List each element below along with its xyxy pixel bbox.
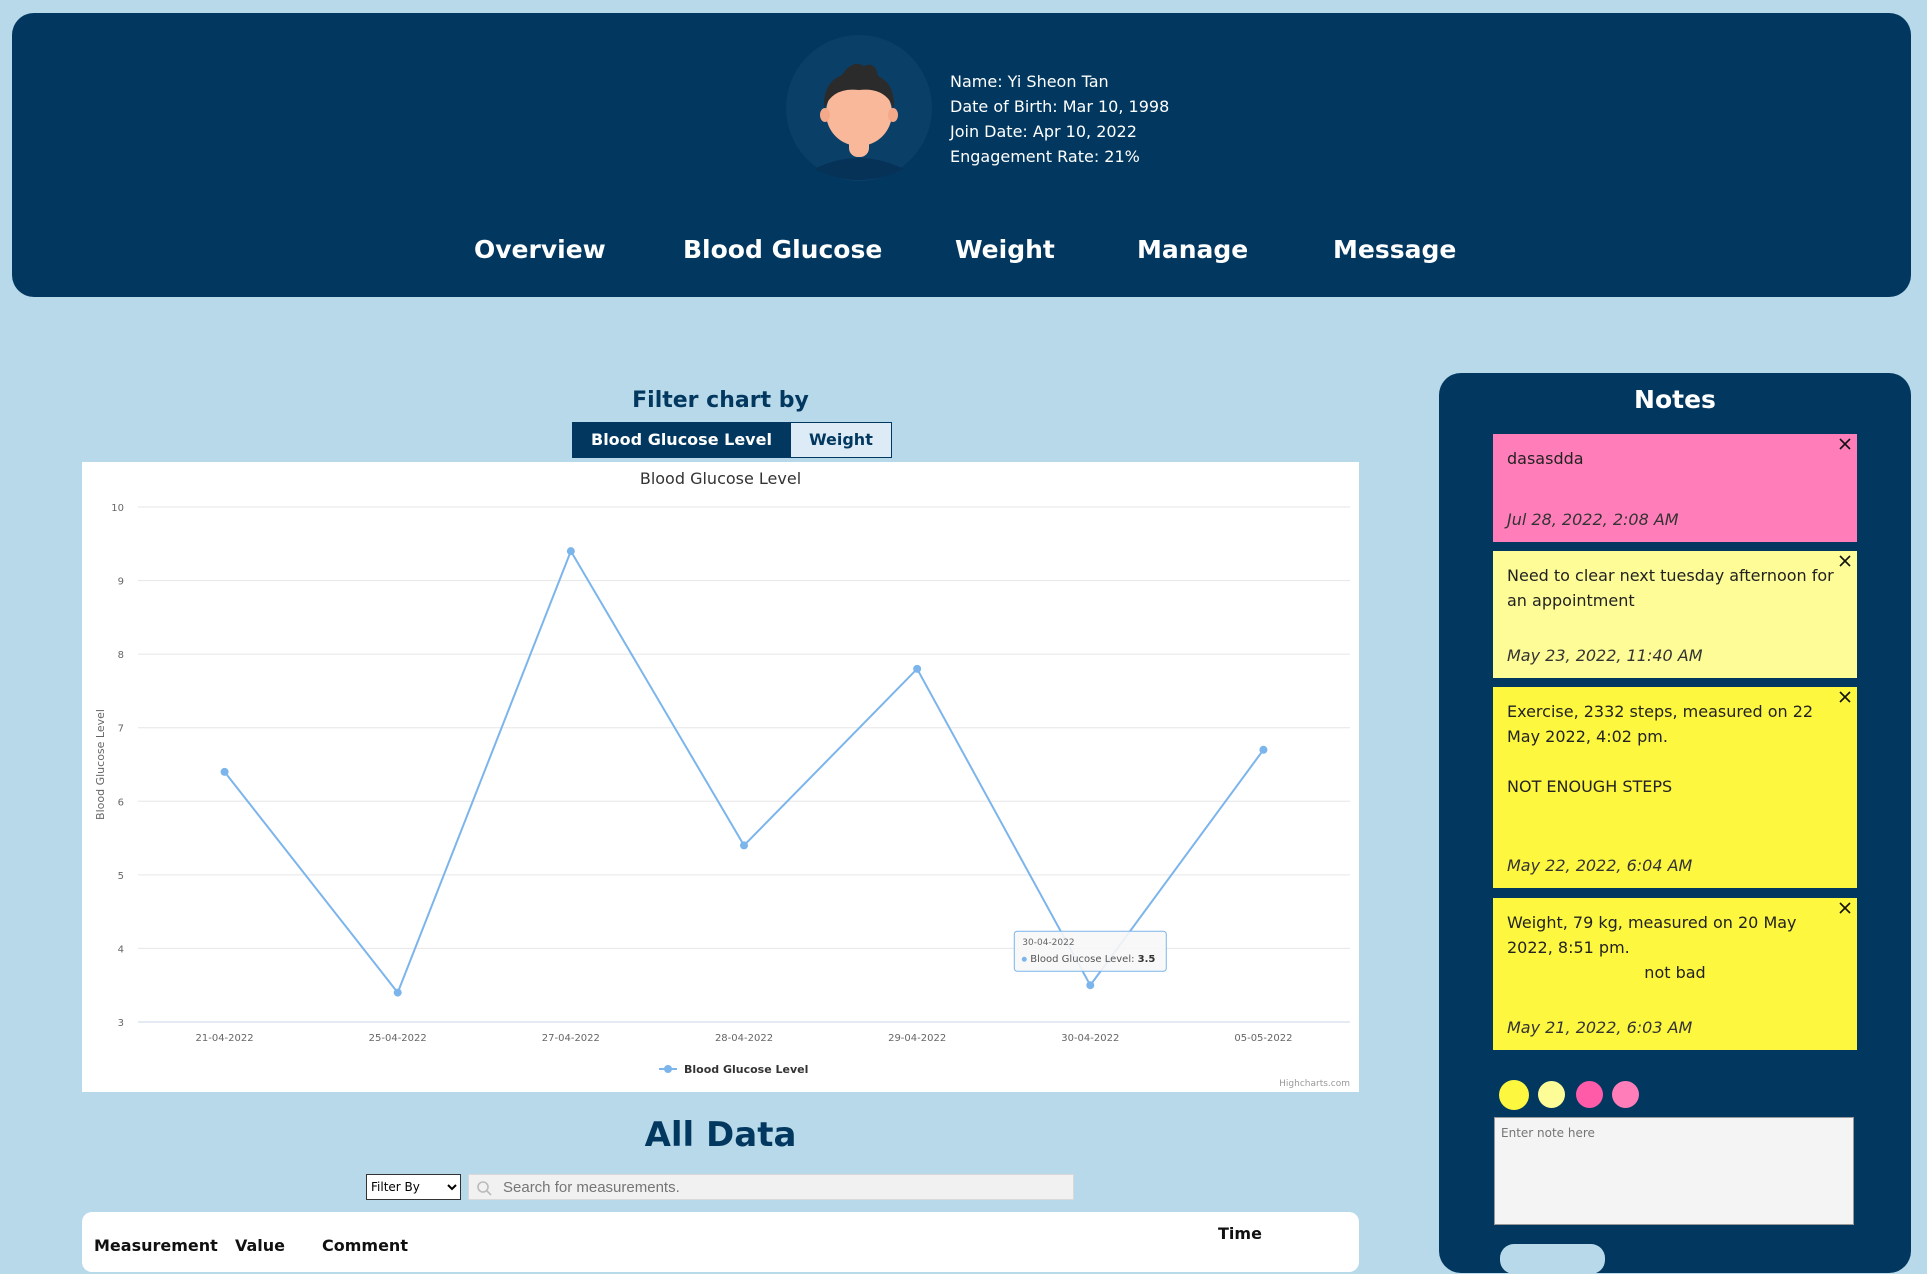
column-header-value[interactable]: Value <box>235 1236 285 1255</box>
note-card[interactable]: dasasdda Jul 28, 2022, 2:08 AM <box>1493 434 1857 542</box>
note-card[interactable]: Need to clear next tuesday afternoon for… <box>1493 551 1857 678</box>
note-text-secondary: not bad <box>1644 963 1706 982</box>
y-tick-label: 7 <box>118 724 124 735</box>
x-tick-label: 21-04-2022 <box>196 1033 254 1044</box>
note-date: May 21, 2022, 6:03 AM <box>1507 1018 1693 1037</box>
chart-title: Blood Glucose Level <box>640 469 801 488</box>
profile-name: Name: Yi Sheon Tan <box>950 72 1109 91</box>
y-tick-label: 6 <box>118 797 124 808</box>
x-tick-label: 28-04-2022 <box>715 1033 773 1044</box>
search-input[interactable] <box>468 1174 1074 1200</box>
y-tick-label: 8 <box>118 650 124 661</box>
tooltip-date: 30-04-2022 <box>1022 938 1074 948</box>
y-tick-label: 10 <box>111 503 124 514</box>
filter-by-select[interactable]: Filter By <box>366 1174 461 1200</box>
note-card[interactable]: Exercise, 2332 steps, measured on 22 May… <box>1493 687 1857 888</box>
x-tick-label: 30-04-2022 <box>1061 1033 1119 1044</box>
filter-blood-glucose-button[interactable]: Blood Glucose Level <box>573 423 790 457</box>
close-icon[interactable] <box>1837 436 1853 452</box>
search-icon <box>477 1181 492 1196</box>
tooltip-value: 3.5 <box>1138 954 1156 965</box>
note-text: dasasdda <box>1507 449 1584 468</box>
nav-weight[interactable]: Weight <box>955 235 1055 264</box>
main-nav: Overview Blood Glucose Weight Manage Mes… <box>12 235 1911 295</box>
y-tick-label: 3 <box>118 1018 124 1029</box>
profile-info: Name: Yi Sheon Tan Date of Birth: Mar 10… <box>950 69 1169 169</box>
note-card[interactable]: Weight, 79 kg, measured on 20 May 2022, … <box>1493 898 1857 1050</box>
x-tick-label: 29-04-2022 <box>888 1033 946 1044</box>
x-tick-label: 05-05-2022 <box>1234 1033 1292 1044</box>
color-swatch-yellow[interactable] <box>1499 1080 1529 1110</box>
data-table: Measurement Value Comment Time <box>82 1212 1359 1272</box>
y-axis-label: Blood Glucose Level <box>94 709 107 820</box>
profile-dob: Date of Birth: Mar 10, 1998 <box>950 97 1170 116</box>
tooltip-marker <box>1021 956 1027 962</box>
note-date: May 22, 2022, 6:04 AM <box>1507 856 1693 875</box>
profile-header: Name: Yi Sheon Tan Date of Birth: Mar 10… <box>12 13 1911 297</box>
all-data-title: All Data <box>644 1115 797 1155</box>
data-point <box>1086 981 1095 990</box>
close-icon[interactable] <box>1837 689 1853 705</box>
data-point <box>1259 745 1268 754</box>
color-swatch-pink[interactable] <box>1576 1081 1603 1108</box>
y-tick-label: 4 <box>118 944 124 955</box>
notes-title: Notes <box>1634 385 1716 414</box>
nav-manage[interactable]: Manage <box>1137 235 1248 264</box>
color-swatch-light-yellow[interactable] <box>1538 1081 1565 1108</box>
x-tick-label: 25-04-2022 <box>369 1033 427 1044</box>
column-header-comment[interactable]: Comment <box>322 1236 408 1255</box>
data-point <box>913 664 922 673</box>
close-icon[interactable] <box>1837 900 1853 916</box>
data-point <box>393 988 402 997</box>
series-line <box>223 548 1265 995</box>
nav-overview[interactable]: Overview <box>474 235 606 264</box>
chart-credits: Highcharts.com <box>1279 1079 1350 1089</box>
note-input[interactable] <box>1494 1117 1854 1225</box>
legend-marker <box>664 1065 672 1073</box>
data-point <box>220 767 229 776</box>
profile-engagement-rate: Engagement Rate: 21% <box>950 147 1140 166</box>
filter-chart-title: Filter chart by <box>632 388 809 413</box>
tooltip-label: Blood Glucose Level: 3.5 <box>1030 954 1155 965</box>
legend-label: Blood Glucose Level <box>684 1063 808 1076</box>
note-date: May 23, 2022, 11:40 AM <box>1507 646 1703 665</box>
x-tick-label: 27-04-2022 <box>542 1033 600 1044</box>
data-point <box>566 547 575 556</box>
note-date: Jul 28, 2022, 2:08 AM <box>1507 510 1679 529</box>
note-text: Weight, 79 kg, measured on 20 May 2022, … <box>1507 913 1797 957</box>
column-header-measurement[interactable]: Measurement <box>94 1236 218 1255</box>
y-tick-label: 5 <box>118 871 124 882</box>
column-header-time[interactable]: Time <box>1218 1224 1262 1243</box>
note-text: Exercise, 2332 steps, measured on 22 May… <box>1507 702 1814 746</box>
avatar <box>786 35 932 181</box>
add-note-button[interactable] <box>1500 1244 1605 1274</box>
nav-message[interactable]: Message <box>1333 235 1456 264</box>
filter-weight-button[interactable]: Weight <box>789 423 891 457</box>
note-text-secondary: NOT ENOUGH STEPS <box>1507 777 1673 796</box>
chart-filter-toggle: Blood Glucose Level Weight <box>572 422 892 458</box>
profile-join-date: Join Date: Apr 10, 2022 <box>950 122 1137 141</box>
y-tick-label: 9 <box>118 577 124 588</box>
color-swatch-light-pink[interactable] <box>1612 1081 1639 1108</box>
close-icon[interactable] <box>1837 553 1853 569</box>
chart-container: Blood Glucose Level 3 4 5 6 7 8 9 10 Blood Glucos… <box>82 462 1359 1092</box>
blood-glucose-chart: Blood Glucose Level 3 4 5 6 7 8 9 10 Blood Glucos… <box>94 469 1350 1089</box>
nav-blood-glucose[interactable]: Blood Glucose <box>683 235 882 264</box>
data-point <box>740 841 748 850</box>
note-text: Need to clear next tuesday afternoon for… <box>1507 566 1834 610</box>
